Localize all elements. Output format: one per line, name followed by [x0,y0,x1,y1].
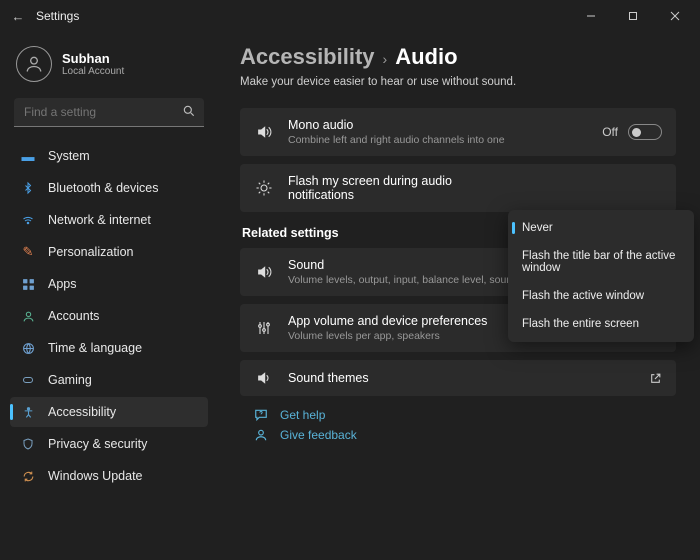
windows-update-icon [20,468,36,484]
sidebar-item-label: System [48,149,90,163]
sidebar-item-label: Windows Update [48,469,143,483]
profile-name: Subhan [62,51,124,66]
get-help-label: Get help [280,408,325,422]
apps-icon [20,276,36,292]
dropdown-option-titlebar[interactable]: Flash the title bar of the active window [508,242,694,282]
sound-themes-title: Sound themes [288,371,635,385]
sidebar-item-label: Network & internet [48,213,151,227]
get-help-link[interactable]: Get help [240,408,676,422]
chevron-right-icon: › [383,51,388,67]
accessibility-icon [20,404,36,420]
maximize-icon [628,11,638,21]
sidebar-item-label: Accounts [48,309,99,323]
dropdown-option-never[interactable]: Never [508,214,694,242]
flash-screen-card: Flash my screen during audio notificatio… [240,164,676,212]
mono-audio-desc: Combine left and right audio channels in… [288,134,588,146]
sidebar-item-label: Accessibility [48,405,116,419]
flash-screen-dropdown[interactable]: Never Flash the title bar of the active … [508,210,694,342]
sidebar-item-privacy[interactable]: Privacy & security [10,429,208,459]
profile-account: Local Account [62,66,124,77]
search-icon [182,104,196,118]
sidebar-item-label: Time & language [48,341,142,355]
system-icon: ▬ [20,148,36,164]
sidebar-item-bluetooth[interactable]: Bluetooth & devices [10,173,208,203]
close-icon [670,11,680,21]
help-icon [254,408,270,422]
brightness-icon [254,179,274,197]
sidebar-item-label: Bluetooth & devices [48,181,159,195]
sidebar-item-network[interactable]: Network & internet [10,205,208,235]
sidebar-item-label: Personalization [48,245,133,259]
sidebar: Subhan Local Account ▬ System Bluetooth … [0,32,218,560]
titlebar: ← Settings [0,0,700,32]
back-button[interactable]: ← [4,9,32,24]
open-external-icon [649,372,662,385]
personalization-icon: ✎ [20,244,36,260]
sidebar-item-label: Gaming [48,373,92,387]
time-language-icon [20,340,36,356]
maximize-button[interactable] [612,0,654,32]
sidebar-item-system[interactable]: ▬ System [10,141,208,171]
sound-themes-card[interactable]: Sound themes [240,360,676,396]
main-content: Accessibility › Audio Make your device e… [218,32,700,560]
mono-audio-card: Mono audio Combine left and right audio … [240,108,676,156]
settings-window: ← Settings Subhan Local Account [0,0,700,560]
dropdown-option-entire-screen[interactable]: Flash the entire screen [508,310,694,338]
profile-block[interactable]: Subhan Local Account [16,46,202,82]
search-input[interactable] [14,98,204,127]
feedback-icon [254,428,270,442]
accounts-icon [20,308,36,324]
dropdown-option-active-window[interactable]: Flash the active window [508,282,694,310]
minimize-button[interactable] [570,0,612,32]
sidebar-item-accounts[interactable]: Accounts [10,301,208,331]
give-feedback-label: Give feedback [280,428,357,442]
speaker-icon [254,124,274,140]
network-icon [20,212,36,228]
sidebar-item-accessibility[interactable]: Accessibility [10,397,208,427]
privacy-icon [20,436,36,452]
speaker-icon [254,264,274,280]
sidebar-item-time-language[interactable]: Time & language [10,333,208,363]
close-button[interactable] [654,0,696,32]
mono-audio-title: Mono audio [288,118,588,132]
sidebar-item-label: Privacy & security [48,437,147,451]
sidebar-item-label: Apps [48,277,77,291]
bluetooth-icon [20,180,36,196]
minimize-icon [586,11,596,21]
sidebar-item-gaming[interactable]: Gaming [10,365,208,395]
breadcrumb-parent[interactable]: Accessibility [240,44,375,70]
breadcrumb: Accessibility › Audio [240,44,676,70]
sliders-icon [254,320,274,336]
sound-themes-icon [254,370,274,386]
mono-audio-state: Off [602,125,618,139]
avatar-icon [16,46,52,82]
gaming-icon [20,372,36,388]
give-feedback-link[interactable]: Give feedback [240,428,676,442]
sidebar-item-windows-update[interactable]: Windows Update [10,461,208,491]
window-title: Settings [36,9,79,23]
page-subtitle: Make your device easier to hear or use w… [240,76,676,88]
sidebar-item-personalization[interactable]: ✎ Personalization [10,237,208,267]
mono-audio-toggle[interactable] [628,124,662,140]
sidebar-item-apps[interactable]: Apps [10,269,208,299]
flash-screen-title: Flash my screen during audio notificatio… [288,174,488,202]
search-box[interactable] [14,98,204,127]
page-title: Audio [395,44,457,70]
